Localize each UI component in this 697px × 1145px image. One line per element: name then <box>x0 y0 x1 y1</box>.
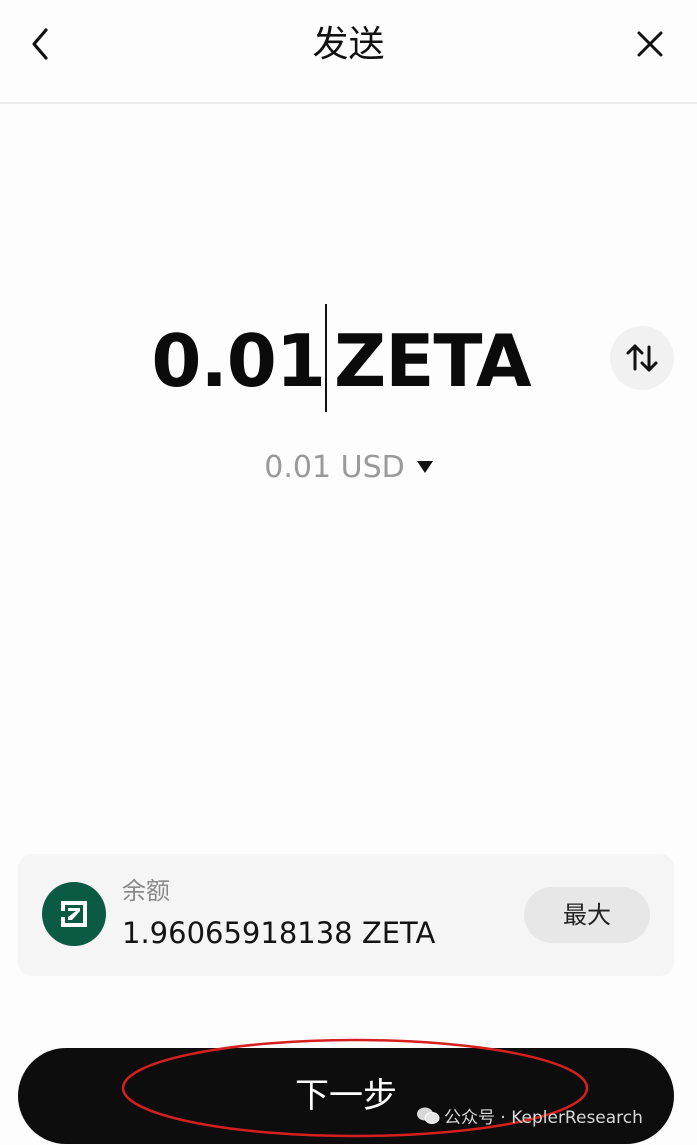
caret-down-icon <box>416 460 433 473</box>
zeta-token-icon <box>42 882 106 946</box>
balance-value: 1.96065918138 ZETA <box>122 916 436 950</box>
max-button[interactable]: 最大 <box>524 887 650 943</box>
top-nav-bar: 发送 <box>0 0 697 104</box>
fiat-value: 0.01 USD <box>264 450 405 485</box>
watermark-text: 公众号 · KeplerResearch <box>444 1108 643 1128</box>
text-cursor <box>325 304 327 412</box>
wechat-icon <box>417 1107 440 1124</box>
balance-label: 余额 <box>122 877 170 905</box>
swap-arrows-icon <box>626 344 658 372</box>
balance-card: 余额 1.96065918138 ZETA 最大 <box>18 854 674 976</box>
close-icon <box>637 31 663 57</box>
amount-input[interactable]: 0.01 ZETA <box>0 304 697 412</box>
watermark: 公众号 · KeplerResearch <box>416 1104 643 1132</box>
amount-value[interactable]: 0.01 <box>151 318 326 404</box>
page-title: 发送 <box>312 24 385 65</box>
close-button[interactable] <box>630 24 670 64</box>
amount-unit: ZETA <box>334 319 532 403</box>
swap-currency-button[interactable] <box>610 326 674 390</box>
fiat-currency-selector[interactable]: 0.01 USD <box>0 448 697 488</box>
